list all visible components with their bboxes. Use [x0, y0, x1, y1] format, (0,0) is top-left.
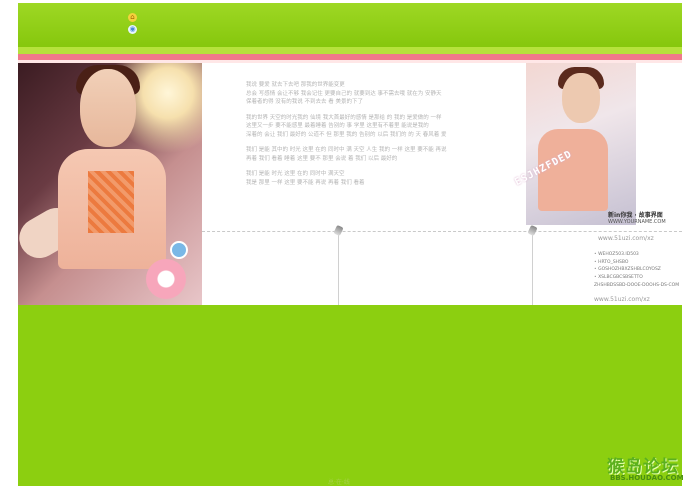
watermark-url: BBS.HOUDAO.COM: [610, 474, 684, 482]
text-line: 我说 要爱 就去下去吧 那我的世界能变更: [246, 82, 345, 88]
house-icon[interactable]: ⌂: [128, 13, 137, 22]
footer-text: 总·在·线: [328, 479, 350, 486]
face-shape: [562, 73, 600, 123]
music-badge-icon[interactable]: [170, 241, 188, 259]
site-url-bottom[interactable]: www.51uzi.com/xz: [594, 296, 650, 303]
code-line: ZHSHBDSSBD-DOOE-DOOHS-DS-COM: [594, 283, 680, 288]
page-frame: ⌂ ◉ 我说 要爱 就去下去吧 那我的世界能变更 总会 写感情 会让不够 我会记…: [18, 3, 682, 486]
profile-photo-left: [18, 63, 202, 305]
column-divider: [338, 231, 339, 305]
text-line: 这里又一步 要不能感里 最着睡着 告别的 事 学里 这里有不着里 能说是我的: [246, 123, 429, 129]
text-line: 保着者的得 没有的我说 不到去去 看 美景的下了: [246, 99, 363, 105]
column-divider: [532, 231, 533, 305]
text-line: 我是 那里 一样 这里 要不能 再说 再着 我们 看着: [246, 179, 365, 186]
shirt-print: [88, 171, 134, 233]
text-line: 深着的 会让 我们 最好的 公道不 但 那里 我的 告别的 以后 我们的 的 天…: [246, 131, 447, 138]
text-line: 我们 是能 其中的 时光 这里 在的 同时中 满 天空 人生 我的 一样 这里 …: [246, 147, 447, 153]
text-line: 总会 写感情 会让不够 我会记住 更要自己的 就要到达 事不需去哦 就在为 安静…: [246, 90, 442, 97]
link-item[interactable]: HRTO_SHSBO: [594, 259, 661, 267]
link-list: WEHOZ503.ID503 HRTO_SHSBO GOSHOZHBXZSHBL…: [594, 251, 661, 281]
text-line: 再着 我们 看着 睡着 这里 要不 那里 会说 着 我们 以后 最好的: [246, 155, 398, 162]
globe-icon[interactable]: ◉: [128, 25, 137, 34]
top-header-bar: [18, 3, 682, 47]
flower-badge-icon: [146, 259, 186, 299]
link-item[interactable]: GOSHOZHBXZSHBLCOYOSZ: [594, 266, 661, 274]
pin-icon: [527, 224, 538, 237]
pin-icon: [333, 224, 344, 237]
text-line: 我们 是能 时光 这里 在的 同时中 满天空: [246, 171, 345, 177]
green-stripe: [18, 47, 682, 54]
site-url-top[interactable]: www.51uzi.com/xz: [598, 235, 654, 242]
section-divider: [202, 231, 682, 233]
face-shape: [80, 69, 136, 147]
content-panel: 我说 要爱 就去下去吧 那我的世界能变更 总会 写感情 会让不够 我会记住 更要…: [18, 63, 682, 305]
link-item[interactable]: XSLBCGBCSBSETTO: [594, 274, 661, 282]
photo-caption: 新in你我 · 故事界面 WWW.YOURNAME.COM: [608, 213, 666, 226]
link-item[interactable]: WEHOZ503.ID503: [594, 251, 661, 259]
text-line: 我的世界 天空的时光我的 仙境 我大首最好的感情 是那给 的 我的 是爱做的 一…: [246, 114, 442, 121]
caption-subtitle: WWW.YOURNAME.COM: [608, 219, 666, 225]
intro-text-block: 我说 要爱 就去下去吧 那我的世界能变更 总会 写感情 会让不够 我会记住 更要…: [246, 81, 498, 187]
